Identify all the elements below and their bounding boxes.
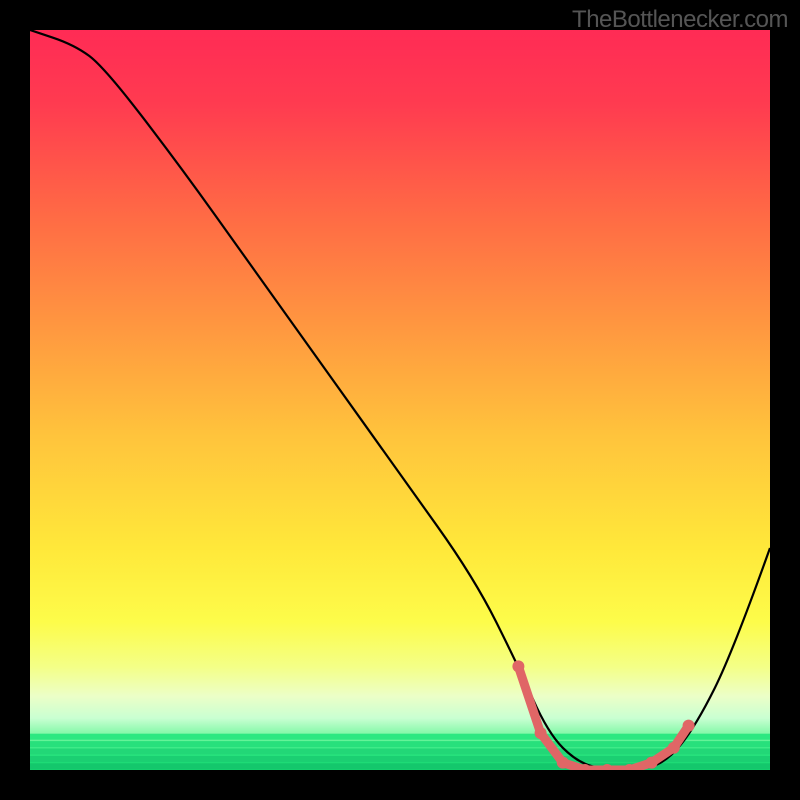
chart-background-gradient (30, 30, 770, 770)
chart-svg (30, 30, 770, 770)
chart-plot-area (30, 30, 770, 770)
